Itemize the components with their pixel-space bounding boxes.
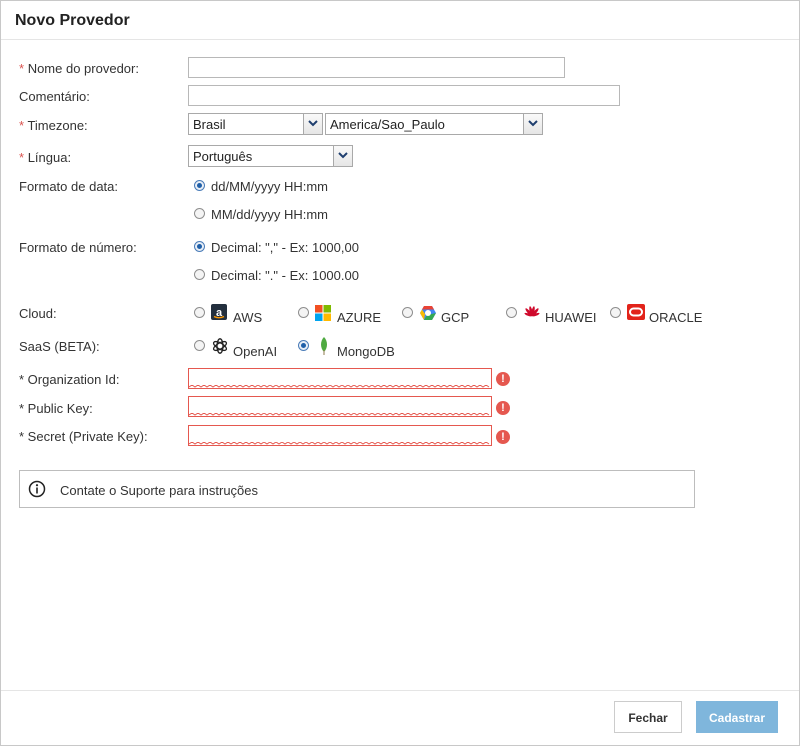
cloud-radio-aws[interactable] [194, 307, 205, 318]
provider-name-input[interactable] [188, 57, 565, 78]
validation-underline [189, 385, 490, 388]
chevron-down-icon[interactable] [523, 114, 542, 134]
cloud-radio-azure[interactable] [298, 307, 309, 318]
saas-radio-openai[interactable] [194, 340, 205, 351]
number-format-label: Formato de número: [19, 240, 137, 255]
aws-icon: a [211, 304, 227, 323]
dialog-header: Novo Provedor [1, 1, 799, 40]
error-icon: ! [496, 401, 510, 415]
number-format-option-2: Decimal: "." - Ex: 1000.00 [211, 268, 359, 283]
language-select[interactable]: Português [188, 145, 353, 167]
public-key-label: * Public Key: [19, 401, 93, 416]
required-mark: * [19, 61, 25, 76]
saas-radio-mongodb[interactable] [298, 340, 309, 351]
support-info-text: Contate o Suporte para instruções [60, 483, 259, 498]
secret-key-label: * Secret (Private Key): [19, 429, 148, 444]
oracle-icon [627, 304, 645, 323]
cloud-option-aws: AWS [233, 310, 263, 325]
saas-label: SaaS (BETA): [19, 339, 100, 354]
timezone-zone-select[interactable]: America/Sao_Paulo [325, 113, 543, 135]
date-format-radio-2[interactable] [194, 208, 205, 219]
new-provider-dialog: Novo Provedor * Nome do provedor: Coment… [0, 0, 800, 746]
cloud-option-oracle: ORACLE [649, 310, 703, 325]
chevron-down-icon[interactable] [303, 114, 322, 134]
gcp-icon [419, 305, 437, 324]
cloud-radio-gcp[interactable] [402, 307, 413, 318]
comment-input[interactable] [188, 85, 620, 106]
number-format-option-1: Decimal: "," - Ex: 1000,00 [211, 240, 359, 255]
dialog-title: Novo Provedor [15, 12, 130, 29]
openai-icon [211, 337, 229, 358]
cloud-radio-oracle[interactable] [610, 307, 621, 318]
date-format-option-2: MM/dd/yyyy HH:mm [211, 207, 328, 222]
comment-label: Comentário: [19, 89, 90, 104]
huawei-icon [523, 306, 541, 323]
timezone-label: * Timezone: [19, 118, 88, 133]
info-icon [28, 480, 46, 501]
saas-option-mongodb: MongoDB [337, 344, 395, 359]
azure-icon [315, 305, 331, 324]
cloud-option-huawei: HUAWEI [545, 310, 597, 325]
cloud-radio-huawei[interactable] [506, 307, 517, 318]
provider-name-label: * Nome do provedor: [19, 61, 139, 76]
support-info-box: Contate o Suporte para instruções [19, 470, 695, 508]
dialog-footer: Fechar Cadastrar [1, 690, 799, 746]
saas-option-openai: OpenAI [233, 344, 278, 359]
error-icon: ! [496, 372, 510, 386]
date-format-radio-1[interactable] [194, 180, 205, 191]
number-format-radio-2[interactable] [194, 269, 205, 280]
timezone-country-select[interactable]: Brasil [188, 113, 323, 135]
register-button[interactable]: Cadastrar [696, 701, 778, 733]
cloud-option-gcp: GCP [441, 310, 470, 325]
validation-underline [189, 442, 490, 445]
error-icon: ! [496, 430, 510, 444]
cloud-option-azure: AZURE [337, 310, 382, 325]
number-format-radio-1[interactable] [194, 241, 205, 252]
mongodb-icon [319, 337, 329, 358]
language-label: * Língua: [19, 150, 72, 165]
cloud-label: Cloud: [19, 306, 57, 321]
date-format-option-1: dd/MM/yyyy HH:mm [211, 179, 328, 194]
organization-id-label: * Organization Id: [19, 372, 120, 387]
chevron-down-icon[interactable] [333, 146, 352, 166]
validation-underline [189, 413, 490, 416]
date-format-label: Formato de data: [19, 179, 118, 194]
close-button[interactable]: Fechar [614, 701, 682, 733]
